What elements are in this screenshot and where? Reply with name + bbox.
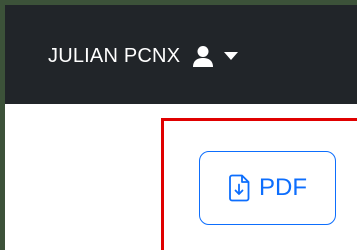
user-name: JULIAN PCNX [48,45,181,67]
user-menu-toggle[interactable]: JULIAN PCNX [48,44,239,68]
caret-down-icon [224,52,239,60]
highlight-box [161,118,357,250]
navbar: JULIAN PCNX [5,5,357,104]
user-icon [193,46,214,67]
page-frame: JULIAN PCNX PDF [5,5,357,250]
